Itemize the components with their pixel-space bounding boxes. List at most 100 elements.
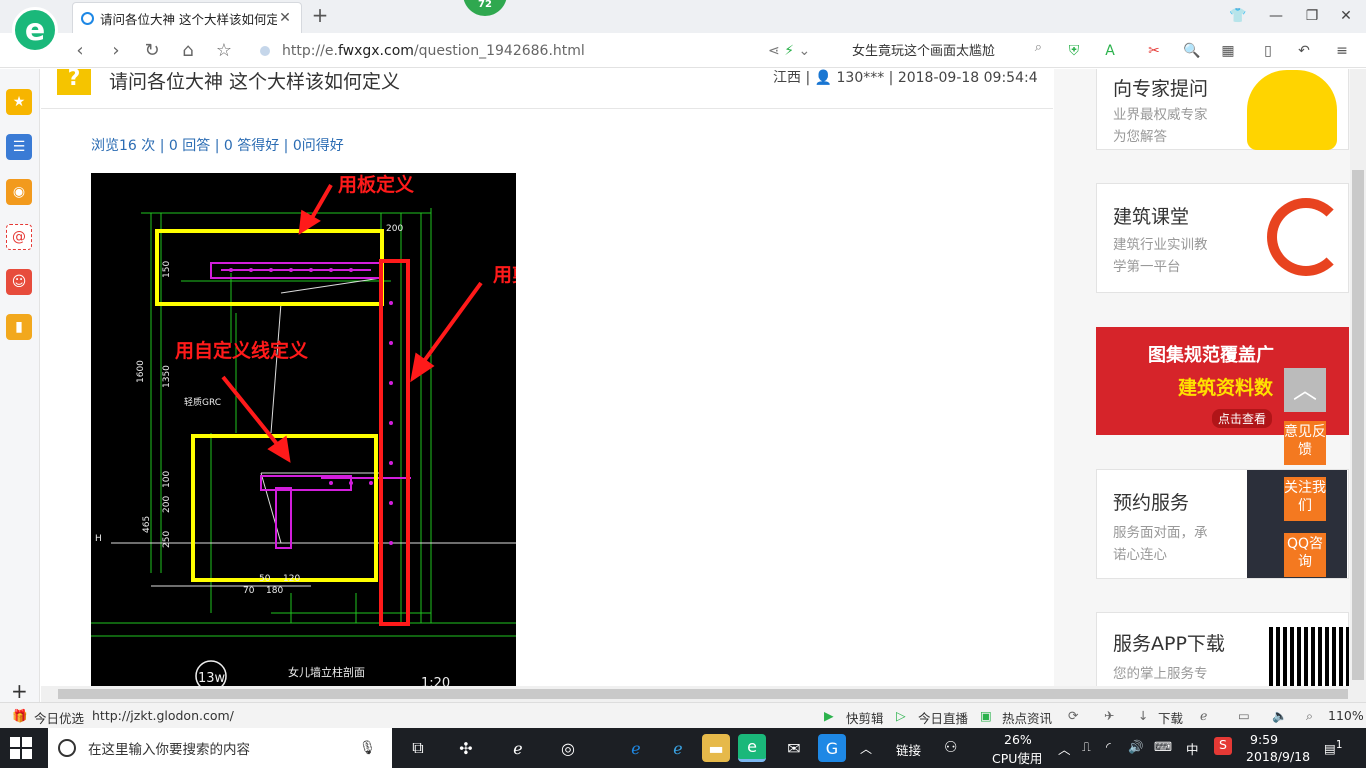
- pinwheel-app-icon[interactable]: ✣: [452, 734, 480, 762]
- follow-button[interactable]: 关注我们: [1284, 477, 1326, 521]
- notification-center-icon[interactable]: ▤1: [1324, 739, 1342, 756]
- file-explorer-icon[interactable]: ▬: [702, 734, 730, 762]
- browser-tab[interactable]: 请问各位大神 这个大样该如何定 ✕: [72, 2, 302, 33]
- tab-close-icon[interactable]: ✕: [277, 10, 293, 26]
- app-card[interactable]: 服务APP下载 您的掌上服务专: [1096, 612, 1349, 686]
- address-bar[interactable]: http://e.fwxgx.com/question_1942686.html: [260, 37, 840, 64]
- ime-indicator[interactable]: 中: [1186, 739, 1199, 758]
- shield-icon[interactable]: ⛨: [1064, 41, 1084, 61]
- dim-label: 150: [162, 261, 172, 278]
- annotation-right: 用剪力墙定义: [493, 263, 516, 286]
- feedback-button[interactable]: 意见反馈: [1284, 421, 1326, 465]
- keyboard-icon[interactable]: ⌨: [1154, 739, 1172, 754]
- cad-drawing: 用板定义 用剪力墙定义 用自定义线定义 200 1600 1350 465 20…: [91, 173, 516, 686]
- wifi-icon[interactable]: ◜: [1106, 739, 1111, 754]
- status-clip[interactable]: 快剪辑: [846, 708, 884, 727]
- zoom-level[interactable]: 110%: [1328, 708, 1364, 723]
- status-featured[interactable]: 今日优选: [34, 708, 84, 727]
- card-subtitle: 建筑行业实训教: [1113, 237, 1208, 253]
- promo-line2: 建筑资料数: [1178, 377, 1274, 399]
- favorites-icon[interactable]: ★: [6, 89, 32, 115]
- course-card[interactable]: 建筑课堂 建筑行业实训教 学第一平台: [1096, 183, 1349, 293]
- search-icon[interactable]: ⌕: [1035, 40, 1042, 55]
- status-hot[interactable]: 热点资讯: [1002, 708, 1052, 727]
- mail-icon[interactable]: @: [6, 224, 32, 250]
- question-header: ? 请问各位大神 这个大样该如何定义 江西 | 👤 130*** | 2018-…: [41, 69, 1053, 109]
- network-icon[interactable]: ⎍: [1082, 739, 1091, 755]
- weibo-icon[interactable]: ◉: [6, 179, 32, 205]
- reader-icon[interactable]: ▯: [1258, 41, 1278, 61]
- question-stats[interactable]: 浏览16 次 | 0 回答 | 0 答得好 | 0问得好: [91, 135, 344, 155]
- ie-browser-icon[interactable]: ℯ: [664, 734, 692, 762]
- glodon-app-icon[interactable]: G: [818, 734, 846, 762]
- star-icon[interactable]: ☆: [212, 39, 236, 63]
- site-info-icon[interactable]: [260, 45, 270, 56]
- notes-icon[interactable]: ▮: [6, 314, 32, 340]
- refresh-icon[interactable]: ↻: [140, 39, 164, 63]
- expert-card[interactable]: 向专家提问 业界最权威专家 为您解答: [1096, 69, 1349, 150]
- ie-icon[interactable]: ℯ: [1200, 708, 1207, 723]
- browser-logo-icon[interactable]: e: [12, 7, 58, 53]
- mail-app-icon[interactable]: ✉: [780, 734, 808, 762]
- pin-icon[interactable]: ✈: [1104, 708, 1114, 723]
- minimize-button[interactable]: —: [1266, 6, 1286, 26]
- windows-start-icon[interactable]: [10, 737, 32, 759]
- zoom-icon[interactable]: ⌕: [1306, 708, 1313, 724]
- status-live[interactable]: 今日直播: [918, 708, 968, 727]
- promo-button[interactable]: 点击查看: [1212, 409, 1273, 428]
- speed-icon[interactable]: ⟳: [1068, 708, 1078, 723]
- people-icon[interactable]: ⚇: [944, 738, 957, 756]
- undo-icon[interactable]: ↶: [1294, 41, 1314, 61]
- dim-label: 50: [259, 574, 271, 584]
- mascot-icon: [1247, 70, 1337, 150]
- back-icon[interactable]: ‹: [68, 39, 92, 63]
- question-meta: 江西 | 👤 130*** | 2018-09-18 09:54:4: [773, 70, 1038, 86]
- dim-label: 180: [266, 586, 283, 596]
- close-window-button[interactable]: ✕: [1336, 6, 1356, 26]
- volume-icon[interactable]: 🔈: [1272, 708, 1288, 724]
- edge-icon[interactable]: ℯ: [622, 734, 650, 762]
- volume-tray-icon[interactable]: 🔊: [1128, 739, 1144, 755]
- maximize-button[interactable]: ❐: [1302, 6, 1322, 26]
- status-download[interactable]: 下载: [1158, 708, 1183, 727]
- tray-more-icon[interactable]: ︿: [852, 734, 880, 762]
- new-tab-button[interactable]: +: [310, 4, 330, 28]
- annotation-left: 用自定义线定义: [175, 339, 308, 362]
- home-icon[interactable]: ⌂: [176, 39, 200, 63]
- card-subtitle: 学第一平台: [1113, 259, 1181, 275]
- sidebar-add-button[interactable]: +: [11, 679, 28, 703]
- taskbar-link[interactable]: 链接: [896, 740, 921, 759]
- navigation-bar: ‹ › ↻ ⌂ ☆ http://e.fwxgx.com/question_19…: [0, 33, 1366, 68]
- translate-icon[interactable]: A: [1100, 41, 1120, 61]
- url-text[interactable]: http://e.fwxgx.com/question_1942686.html: [282, 43, 585, 59]
- game-icon[interactable]: ☺: [6, 269, 32, 295]
- active-browser-icon[interactable]: e: [738, 734, 766, 762]
- taskbar-search-input[interactable]: 在这里输入你要搜索的内容 🎙: [48, 728, 392, 768]
- clock-date[interactable]: 2018/9/18: [1246, 749, 1310, 764]
- back-to-top-button[interactable]: ︿: [1284, 368, 1326, 412]
- sogou-ime-icon[interactable]: S: [1214, 737, 1232, 755]
- vertical-scroll-thumb[interactable]: [1352, 170, 1364, 680]
- skin-icon[interactable]: 👕: [1228, 6, 1248, 26]
- apps-icon[interactable]: ▦: [1218, 41, 1238, 61]
- cad-drawing-image[interactable]: 用板定义 用剪力墙定义 用自定义线定义 200 1600 1350 465 20…: [91, 173, 516, 686]
- search-input[interactable]: 女生竟玩这个画面太尴尬 ⌕: [852, 40, 1042, 62]
- card-subtitle: 业界最权威专家: [1113, 107, 1208, 123]
- screenshot-icon[interactable]: ✂: [1144, 41, 1164, 61]
- horizontal-scroll-thumb[interactable]: [58, 689, 1348, 699]
- dim-label: 120: [283, 574, 300, 584]
- clock-time[interactable]: 9:59: [1250, 732, 1278, 747]
- h-mark: H: [95, 534, 102, 544]
- qq-consult-button[interactable]: QQ咨询: [1284, 533, 1326, 577]
- find-icon[interactable]: 🔍: [1182, 41, 1202, 61]
- tray-up-icon[interactable]: ︿: [1058, 739, 1071, 758]
- news-icon[interactable]: ☰: [6, 134, 32, 160]
- task-view-icon[interactable]: ⧉: [404, 734, 432, 762]
- window-icon[interactable]: ▭: [1238, 708, 1250, 723]
- browser-e-icon[interactable]: ℯ: [504, 734, 532, 762]
- mic-icon[interactable]: 🎙: [359, 740, 376, 756]
- forward-icon[interactable]: ›: [104, 39, 128, 63]
- share-icon[interactable]: ⋖ ⚡ ⌄: [768, 43, 810, 59]
- spiral-app-icon[interactable]: ◎: [554, 734, 582, 762]
- menu-icon[interactable]: ≡: [1332, 41, 1352, 61]
